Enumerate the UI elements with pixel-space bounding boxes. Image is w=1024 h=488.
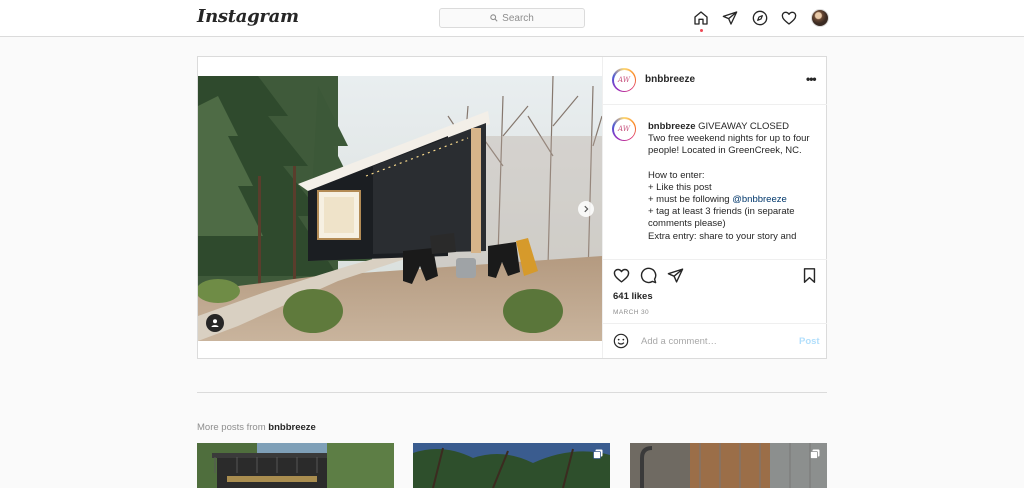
- chevron-right-icon: [584, 205, 589, 213]
- caption-author-avatar[interactable]: AW: [612, 117, 636, 141]
- caption-line: + must be following: [648, 194, 733, 206]
- caption-line: How to enter:: [648, 169, 705, 181]
- cabin-scene-image: [198, 76, 602, 341]
- post-date[interactable]: MARCH 30: [613, 309, 649, 316]
- post-actions: 641 likes MARCH 30: [603, 259, 827, 324]
- direct-icon[interactable]: [721, 9, 739, 27]
- bookmark-icon: [803, 267, 815, 283]
- instagram-logo[interactable]: Instagram: [197, 6, 299, 27]
- multiple-photos-icon: [593, 449, 603, 459]
- more-options-button[interactable]: •••: [806, 72, 817, 86]
- caption-username[interactable]: bnbbreeze: [648, 121, 696, 132]
- explore-icon[interactable]: [751, 9, 769, 27]
- share-button[interactable]: [666, 266, 684, 284]
- more-posts-username[interactable]: bnbbreeze: [268, 422, 316, 433]
- profile-avatar[interactable]: [811, 9, 829, 27]
- caption-line: GIVEAWAY CLOSED: [698, 121, 789, 132]
- thumbnail-image: [197, 443, 394, 488]
- heart-icon: [613, 268, 629, 283]
- post-author-avatar[interactable]: AW: [612, 68, 636, 92]
- like-button[interactable]: [612, 266, 630, 284]
- emoji-button[interactable]: [613, 333, 629, 349]
- search-box[interactable]: Search: [439, 8, 585, 28]
- save-button[interactable]: [800, 266, 818, 284]
- search-placeholder: Search: [502, 12, 534, 24]
- comment-button[interactable]: [639, 266, 657, 284]
- comment-icon: [640, 267, 656, 283]
- more-post-thumbnail[interactable]: [197, 443, 394, 488]
- active-page-indicator: [700, 29, 703, 32]
- thumbnail-image: [630, 443, 827, 488]
- add-comment-bar: Post: [603, 323, 827, 359]
- post-author-username[interactable]: bnbbreeze: [645, 74, 695, 85]
- avatar-monogram: AW: [613, 118, 635, 140]
- caption-line: Extra entry: share to your story and: [648, 230, 797, 242]
- comment-input[interactable]: [641, 333, 791, 349]
- caption-line: Two free weekend nights for up to four p…: [648, 133, 810, 157]
- thumbnail-image: [413, 443, 610, 488]
- more-posts-heading: More posts from bnbbreeze: [197, 422, 316, 433]
- direct-icon: [667, 267, 683, 283]
- post-caption: bnbbreeze GIVEAWAY CLOSED Two free weeke…: [648, 121, 816, 243]
- person-icon: [211, 319, 219, 327]
- post-header: AW bnbbreeze •••: [603, 57, 827, 105]
- search-icon: [490, 14, 498, 22]
- post-side-panel: AW bnbbreeze ••• AW bnbbreeze GIVEAWAY C…: [602, 57, 827, 358]
- more-post-thumbnail[interactable]: [630, 443, 827, 488]
- avatar: [811, 9, 829, 27]
- avatar-monogram: AW: [613, 69, 635, 91]
- caption-line: + tag at least 3 friends (in separate co…: [648, 206, 795, 230]
- likes-count[interactable]: 641 likes: [613, 291, 653, 302]
- multiple-photos-icon: [810, 449, 820, 459]
- emoji-icon: [613, 333, 629, 349]
- home-icon[interactable]: [692, 9, 710, 27]
- more-post-thumbnail[interactable]: [413, 443, 610, 488]
- section-divider: [197, 392, 827, 393]
- next-photo-button[interactable]: [578, 201, 594, 217]
- caption-line: + Like this post: [648, 181, 712, 193]
- activity-heart-icon[interactable]: [780, 9, 798, 27]
- tagged-users-button[interactable]: [206, 314, 224, 332]
- more-posts-prefix: More posts from: [197, 422, 269, 433]
- top-navigation-bar: Instagram Search: [0, 0, 1024, 37]
- post-photo[interactable]: [198, 76, 602, 341]
- post-card: AW bnbbreeze ••• AW bnbbreeze GIVEAWAY C…: [197, 56, 827, 359]
- post-comment-button[interactable]: Post: [799, 336, 820, 347]
- caption-area: AW bnbbreeze GIVEAWAY CLOSED Two free we…: [603, 105, 827, 259]
- mention-link[interactable]: @bnbbreeze: [732, 194, 787, 205]
